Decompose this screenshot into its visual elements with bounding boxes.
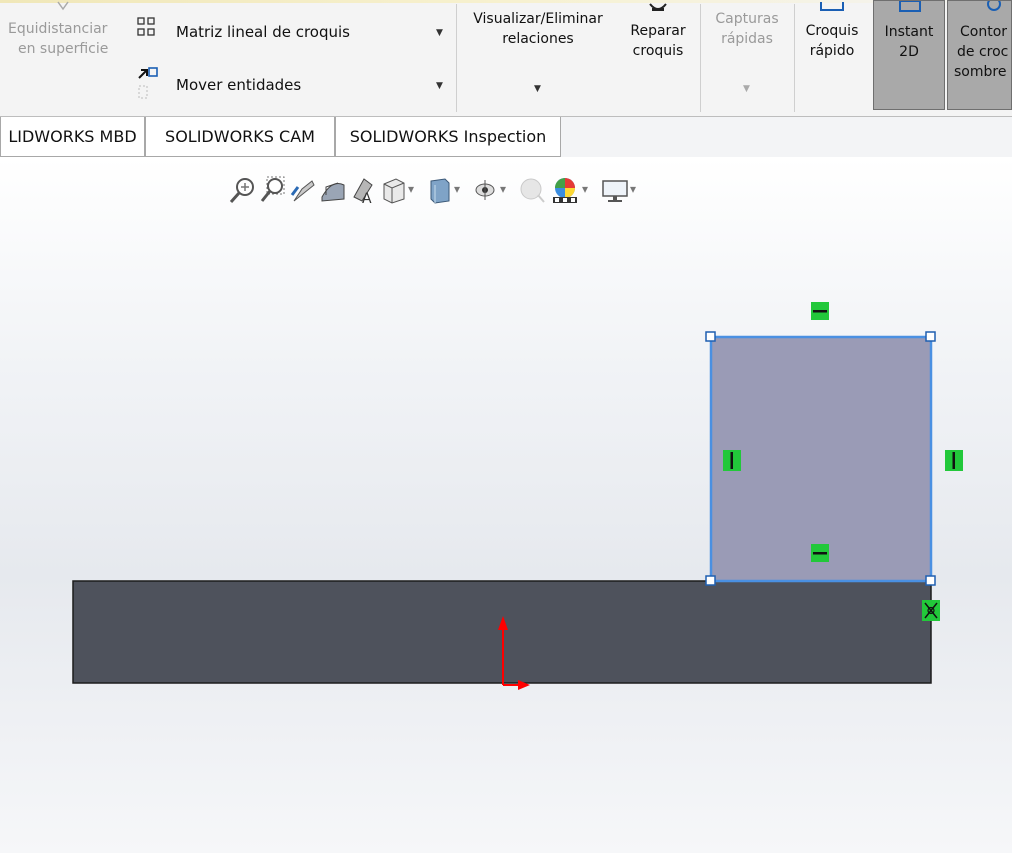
sketch-point-handle[interactable] bbox=[705, 331, 716, 342]
coincident-relation-icon[interactable] bbox=[922, 600, 940, 621]
vertical-relation-icon[interactable] bbox=[945, 450, 963, 471]
sketch-point-handle[interactable] bbox=[925, 575, 936, 586]
sketch-point-handle[interactable] bbox=[925, 331, 936, 342]
horizontal-relation-icon[interactable] bbox=[811, 544, 829, 562]
sketch-point-handle[interactable] bbox=[705, 575, 716, 586]
model-graphics bbox=[72, 302, 963, 690]
vertical-relation-icon[interactable] bbox=[723, 450, 741, 471]
horizontal-relation-icon[interactable] bbox=[811, 302, 829, 320]
